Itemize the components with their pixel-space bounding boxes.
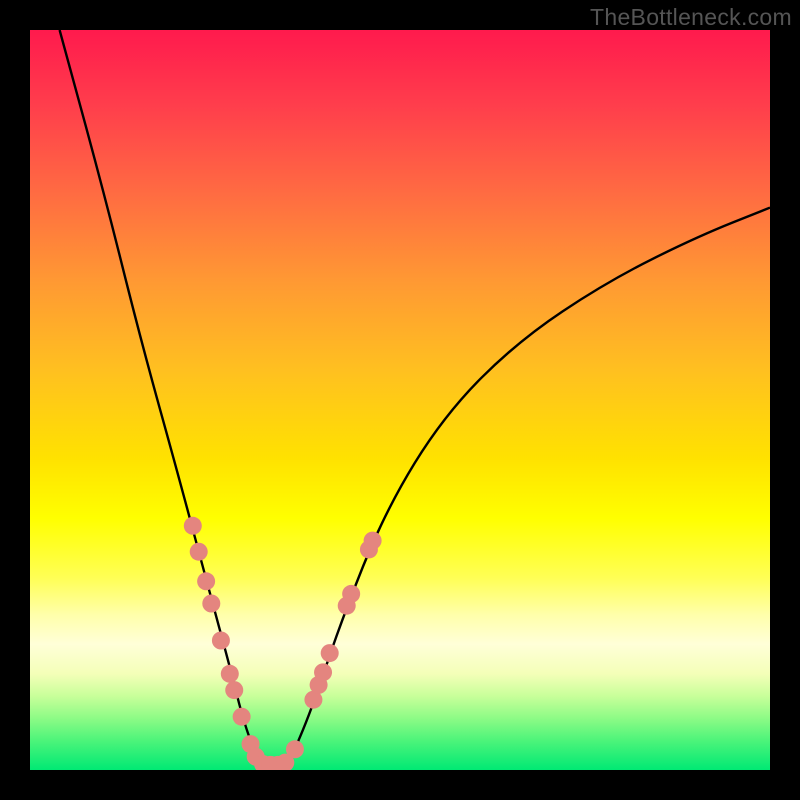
- benchmark-dot: [202, 595, 220, 613]
- benchmark-dot: [342, 585, 360, 603]
- curve-left-curve: [60, 30, 260, 763]
- benchmark-dot: [286, 740, 304, 758]
- benchmark-dot: [212, 632, 230, 650]
- benchmark-dot: [221, 665, 239, 683]
- outer-frame: TheBottleneck.com: [0, 0, 800, 800]
- chart-svg: [30, 30, 770, 770]
- curve-layer: [60, 30, 770, 763]
- curve-right-curve: [289, 208, 770, 763]
- benchmark-dot: [184, 517, 202, 535]
- benchmark-dot: [197, 572, 215, 590]
- benchmark-dot: [225, 681, 243, 699]
- benchmark-dot: [364, 532, 382, 550]
- benchmark-dot: [190, 543, 208, 561]
- marker-layer: [184, 517, 382, 770]
- watermark-text: TheBottleneck.com: [590, 4, 792, 31]
- benchmark-dot: [314, 663, 332, 681]
- benchmark-dot: [233, 708, 251, 726]
- benchmark-dot: [321, 644, 339, 662]
- plot-area: [30, 30, 770, 770]
